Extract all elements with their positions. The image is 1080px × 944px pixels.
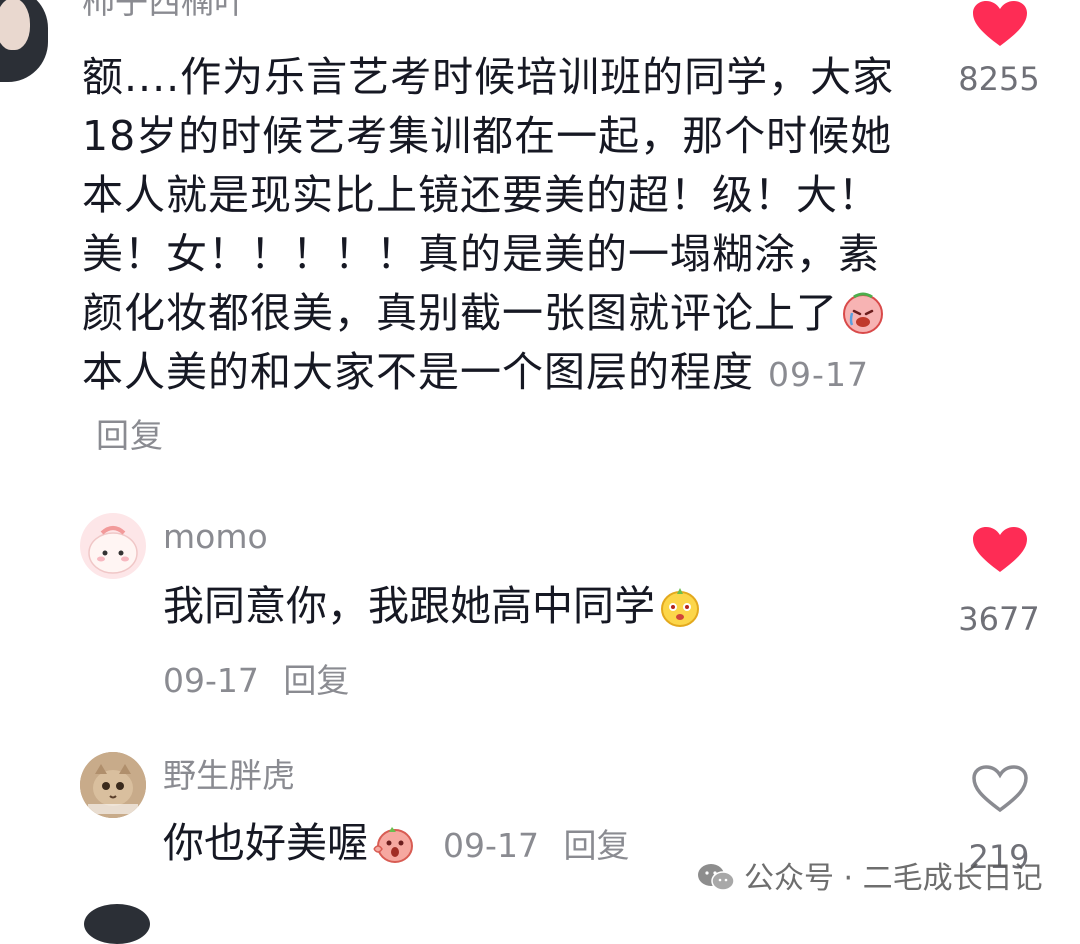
comment-date: 09-17 — [443, 826, 539, 865]
user-avatar[interactable] — [84, 904, 150, 944]
reply-button[interactable]: 回复 — [563, 826, 629, 865]
reply-button[interactable]: 回复 — [96, 416, 164, 455]
user-avatar[interactable] — [80, 513, 146, 579]
user-avatar[interactable] — [80, 752, 146, 818]
comment-text: 我同意你，我跟她高中同学 — [163, 578, 705, 634]
heart-filled-icon[interactable] — [971, 526, 1029, 574]
comment-meta: 09-17 回复 — [163, 654, 349, 702]
comment-text: 额....作为乐言艺考时候培训班的同学，大家18岁的时候艺考集训都在一起，那个时… — [82, 48, 912, 465]
wechat-icon — [698, 864, 735, 891]
comment-text: 你也好美喔 09-17 回复 — [163, 815, 629, 874]
reply-button[interactable]: 回复 — [283, 661, 349, 700]
watermark: 公众号 · 二毛成长日记 — [696, 853, 1043, 897]
cat-photo-icon — [80, 752, 146, 818]
crying-face-emoji-icon — [843, 292, 883, 334]
comment-text-part2: 本人美的和大家不是一个图层的程度 — [82, 348, 754, 396]
shocked-peach-emoji-icon — [373, 827, 413, 863]
comment-username[interactable]: momo — [163, 517, 268, 557]
avatar-face — [0, 0, 30, 50]
comment-text-body: 你也好美喔 — [163, 819, 368, 867]
user-avatar[interactable] — [0, 0, 48, 82]
comment-meta: 09-17 回复 — [443, 826, 629, 865]
comment-text-body: 我同意你，我跟她高中同学 — [163, 582, 655, 630]
comment-text-part1: 额....作为乐言艺考时候培训班的同学，大家18岁的时候艺考集训都在一起，那个时… — [82, 53, 895, 337]
smirk-potato-emoji-icon — [661, 588, 699, 627]
comment-date: 09-17 — [163, 661, 259, 700]
comment-username[interactable]: 柿子西楠叶 — [82, 0, 247, 22]
heart-filled-icon[interactable] — [971, 0, 1029, 48]
watermark-text: 公众号 · 二毛成长日记 — [744, 861, 1043, 896]
like-count: 8255 — [958, 60, 1040, 98]
heart-outline-icon[interactable] — [971, 765, 1029, 813]
cartoon-avatar-icon — [88, 526, 138, 574]
comment-date: 09-17 — [768, 355, 869, 394]
comment-username[interactable]: 野生胖虎 — [163, 756, 295, 796]
like-count: 3677 — [958, 600, 1040, 638]
